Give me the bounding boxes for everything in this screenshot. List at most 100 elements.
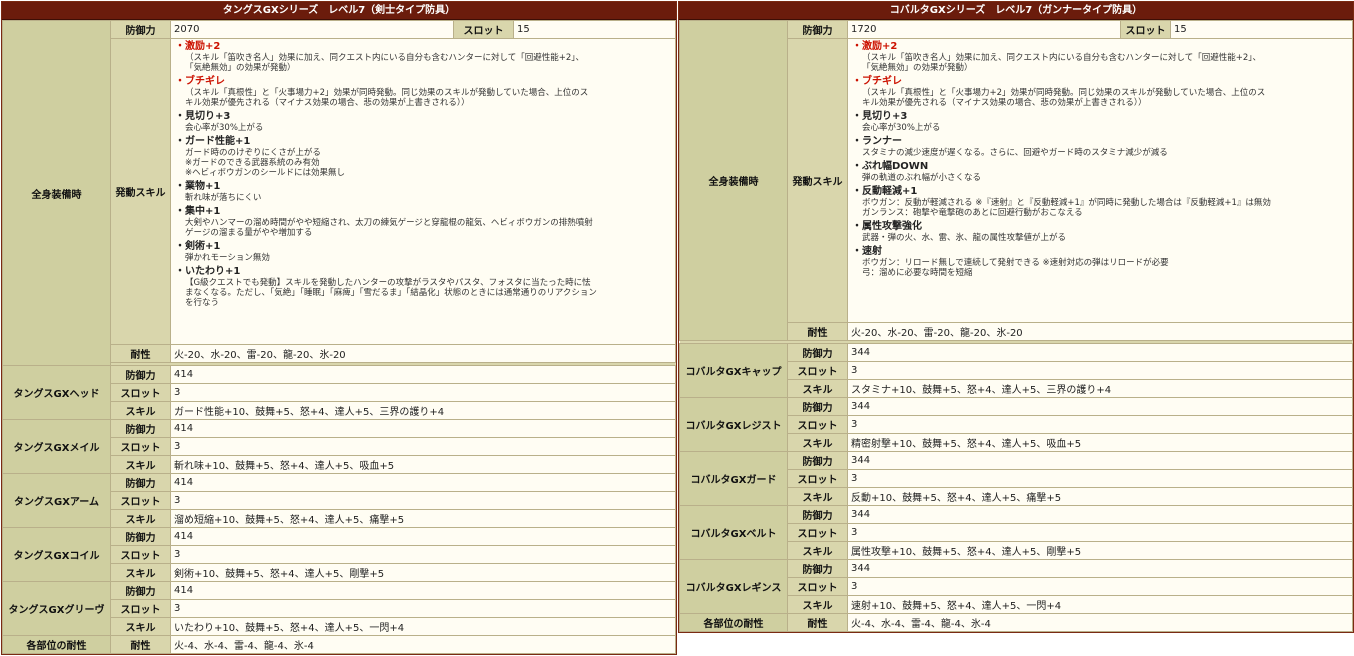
resist-label: 耐性 [787, 322, 848, 341]
defense-label: 防御力 [787, 505, 848, 524]
skill-list: ・激励+2 （スキル「笛吹き名人」効果に加え、同クエスト内にいる自分も含むハンター… [847, 38, 1353, 323]
part-name: コバルタGXガード [679, 451, 788, 506]
skill-item: ・ブチギレ （スキル「真根性」と「火事場力+2」効果が同時発動。同じ効果のスキルが… [852, 76, 1349, 108]
part-slot: 3 [170, 599, 676, 618]
part-skill: スタミナ+10、鼓舞+5、怒+4、達人+5、三界の護り+4 [847, 379, 1353, 398]
part-defense: 414 [170, 419, 676, 438]
skill-item: ・剣術+1 弾かれモーション無効 [175, 241, 672, 263]
defense-label: 防御力 [110, 581, 171, 600]
defense-value: 1720 [847, 20, 1121, 39]
skill-item: ・激励+2 （スキル「笛吹き名人」効果に加え、同クエスト内にいる自分も含むハンター… [175, 41, 672, 73]
skill-name: ・ブチギレ [852, 76, 902, 87]
armor-table: 全身装備時 防御力 2070 スロット 15 発動スキル ・激励+2 （スキル「笛… [2, 20, 676, 654]
skill-item: ・見切り+3 会心率が30%上がる [852, 111, 1349, 133]
skill-label: スキル [787, 379, 848, 398]
skill-name: ・ガード性能+1 [175, 136, 251, 147]
armor-panel-tangus: タングスGXシリーズ レベル7（剣士タイプ防具） 全身装備時 防御力 2070 … [1, 1, 677, 655]
skills-label: 発動スキル [787, 38, 848, 323]
skill-label: スキル [110, 455, 171, 474]
part-slot: 3 [847, 469, 1353, 488]
skill-name: ・激励+2 [852, 41, 898, 52]
part-defense: 344 [847, 343, 1353, 362]
slot-label: スロット [110, 491, 171, 510]
skill-name: ・見切り+3 [852, 111, 908, 122]
slot-label: スロット [787, 415, 848, 434]
part-skill: ガード性能+10、鼓舞+5、怒+4、達人+5、三界の護り+4 [170, 401, 676, 420]
part-defense: 414 [170, 473, 676, 492]
skill-item: ・集中+1 大剣やハンマーの溜め時間がやや短縮され、太刀の練気ゲージと穿龍棍の龍気… [175, 206, 672, 238]
part-name: タングスGXヘッド [2, 365, 111, 420]
part-skill: 属性攻撃+10、鼓舞+5、怒+4、達人+5、剛撃+5 [847, 541, 1353, 560]
defense-label: 防御力 [787, 20, 848, 39]
part-skill: 反動+10、鼓舞+5、怒+4、達人+5、痛撃+5 [847, 487, 1353, 506]
defense-label: 防御力 [110, 419, 171, 438]
skill-item: ・ぶれ幅DOWN 弾の軌道のぶれ幅が小さくなる [852, 161, 1349, 183]
defense-label: 防御力 [787, 451, 848, 470]
skill-label: スキル [110, 509, 171, 528]
part-resist-value: 火-4、水-4、雷-4、龍-4、氷-4 [847, 613, 1353, 632]
skill-item: ・ランナー スタミナの減少速度が遅くなる。さらに、回避やガード時のスタミナ減少が減… [852, 136, 1349, 158]
part-name: タングスGXアーム [2, 473, 111, 528]
skill-desc: （スキル「真根性」と「火事場力+2」効果が同時発動。同じ効果のスキルが発動してい… [862, 88, 1266, 108]
skill-item: ・反動軽減+1 ボウガン：反動が軽減される ※『速射』と『反動軽減+1』が同時に発… [852, 186, 1349, 218]
slot-label: スロット [110, 599, 171, 618]
skill-name: ・業物+1 [175, 181, 221, 192]
skill-desc: 会心率が30%上がる [185, 123, 264, 133]
part-skill: 精密射撃+10、鼓舞+5、怒+4、達人+5、吸血+5 [847, 433, 1353, 452]
part-resist-value: 火-4、水-4、雷-4、龍-4、氷-4 [170, 635, 676, 654]
part-slot: 3 [170, 545, 676, 564]
defense-label: 防御力 [110, 527, 171, 546]
skill-name: ・見切り+3 [175, 111, 231, 122]
part-name: タングスGXグリーヴ [2, 581, 111, 636]
part-slot: 3 [847, 577, 1353, 596]
part-name: コバルタGXレジスト [679, 397, 788, 452]
part-skill: 剣術+10、鼓舞+5、怒+4、達人+5、剛撃+5 [170, 563, 676, 582]
resist-label: 耐性 [110, 635, 171, 654]
skill-desc: 弾の軌道のぶれ幅が小さくなる [862, 173, 982, 183]
resist-label: 耐性 [787, 613, 848, 632]
slot-label: スロット [110, 437, 171, 456]
skill-desc: 武器・弾の火、水、雷、氷、龍の属性攻撃値が上がる [862, 233, 1067, 243]
skill-desc: 大剣やハンマーの溜め時間がやや短縮され、太刀の練気ゲージと穿龍棍の龍気、ヘビィボ… [185, 218, 593, 238]
skill-item: ・速射 ボウガン：リロード無しで連続して発射できる ※速射対応の弾はリロードが必要… [852, 246, 1349, 278]
slot-label: スロット [787, 577, 848, 596]
skill-item: ・いたわり+1 【G級クエストでも発動】スキルを発動したハンターの攻撃がラスタやパ… [175, 266, 672, 308]
slot-label: スロット [110, 383, 171, 402]
part-slot: 3 [847, 415, 1353, 434]
part-defense: 414 [170, 365, 676, 384]
skill-desc: ボウガン：反動が軽減される ※『速射』と『反動軽減+1』が同時に発動した場合は『… [862, 198, 1271, 218]
part-name: コバルタGXベルト [679, 505, 788, 560]
slot-value: 15 [1170, 20, 1353, 39]
skill-label: スキル [787, 433, 848, 452]
slot-label: スロット [787, 361, 848, 380]
part-resist-label: 各部位の耐性 [679, 613, 788, 632]
defense-label: 防御力 [110, 20, 171, 39]
skills-label: 発動スキル [110, 38, 171, 345]
skill-item: ・属性攻撃強化 武器・弾の火、水、雷、氷、龍の属性攻撃値が上がる [852, 221, 1349, 243]
skill-name: ・ぶれ幅DOWN [852, 161, 929, 172]
skill-name: ・集中+1 [175, 206, 221, 217]
skill-desc: ガード時ののけぞりにくさが上がる ※ガードのできる武器系統のみ有効 ※ヘビィボウ… [185, 148, 345, 178]
skill-name: ・ランナー [852, 136, 902, 147]
skill-label: スキル [110, 401, 171, 420]
full-set-label: 全身装備時 [2, 20, 111, 366]
part-slot: 3 [170, 491, 676, 510]
part-defense: 344 [847, 451, 1353, 470]
resist-value: 火-20、水-20、雷-20、龍-20、氷-20 [170, 344, 676, 363]
skill-item: ・ガード性能+1 ガード時ののけぞりにくさが上がる ※ガードのできる武器系統のみ有… [175, 136, 672, 178]
slot-label: スロット [453, 20, 514, 39]
defense-label: 防御力 [787, 343, 848, 362]
part-defense: 344 [847, 559, 1353, 578]
skill-name: ・激励+2 [175, 41, 221, 52]
part-slot: 3 [170, 437, 676, 456]
part-skill: 溜め短縮+10、鼓舞+5、怒+4、達人+5、痛撃+5 [170, 509, 676, 528]
skill-label: スキル [110, 563, 171, 582]
part-defense: 414 [170, 527, 676, 546]
skill-desc: 斬れ味が落ちにくい [185, 193, 262, 203]
slot-label: スロット [787, 523, 848, 542]
part-name: コバルタGXレギンス [679, 559, 788, 614]
part-skill: 速射+10、鼓舞+5、怒+4、達人+5、一閃+4 [847, 595, 1353, 614]
skill-name: ・ブチギレ [175, 76, 225, 87]
part-resist-label: 各部位の耐性 [2, 635, 111, 654]
skill-label: スキル [787, 487, 848, 506]
